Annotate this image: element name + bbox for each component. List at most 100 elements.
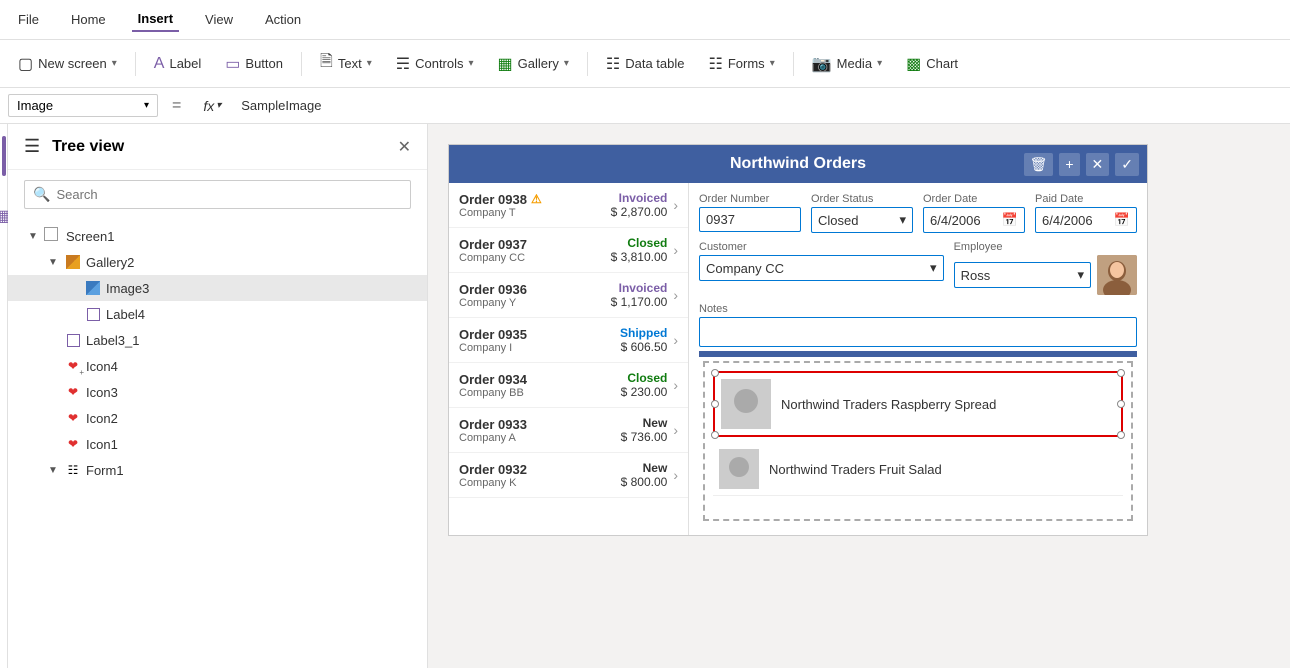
tree-item-gallery2[interactable]: ▼ Gallery2 — [8, 249, 427, 275]
amount-0938: $ 2,870.00 — [611, 205, 668, 219]
notes-group: Notes — [699, 303, 1137, 347]
gallery-icon: ▦ — [498, 54, 513, 74]
order-status-select[interactable]: Closed ▾ — [811, 207, 913, 233]
tree-item-icon4[interactable]: ❤+ Icon4 — [8, 353, 427, 379]
left-accent-bar: ▦ — [0, 124, 8, 668]
tree-item-form1[interactable]: ▼ ☷ Form1 — [8, 457, 427, 483]
new-screen-button[interactable]: ▢ New screen ▾ — [8, 49, 127, 79]
tree-view: ▼ Screen1 ▼ Gallery2 Image3 — [8, 219, 427, 668]
tree-item-icon1[interactable]: ❤ Icon1 — [8, 431, 427, 457]
fruit-salad-image-svg — [719, 449, 759, 489]
media-button[interactable]: 📷 Media ▾ — [802, 49, 892, 79]
tree-item-label3-1[interactable]: Label3_1 — [8, 327, 427, 353]
menu-insert[interactable]: Insert — [132, 7, 179, 32]
toolbar-separator-2 — [301, 52, 302, 76]
order-number-input[interactable]: 0937 — [699, 207, 801, 232]
label3-1-icon — [64, 331, 82, 349]
gallery-item-raspberry[interactable]: Northwind Traders Raspberry Spread — [713, 371, 1123, 437]
employee-label: Employee — [954, 241, 1137, 253]
button-button[interactable]: ▭ Button — [215, 49, 293, 79]
canvas[interactable]: Northwind Orders 🗑 + ✕ ✓ Order 0938 — [428, 124, 1290, 668]
employee-select[interactable]: Ross ▾ — [954, 262, 1091, 288]
formula-dropdown[interactable]: Image ▾ — [8, 94, 158, 117]
header-check-btn[interactable]: ✓ — [1115, 153, 1139, 176]
tree-label-label4: Label4 — [106, 307, 145, 322]
header-close-btn[interactable]: ✕ — [1086, 153, 1110, 176]
formula-fx-label: fx — [203, 98, 214, 114]
accent-indicator — [2, 136, 6, 176]
gallery2-icon — [64, 253, 82, 271]
order-item-0933[interactable]: Order 0933 Company A New $ 736.00 › — [449, 408, 688, 453]
search-input[interactable] — [56, 187, 402, 202]
toolbar: ▢ New screen ▾ A Label ▭ Button 🗎 Text ▾… — [0, 40, 1290, 88]
new-screen-icon: ▢ — [18, 54, 33, 74]
data-table-icon: ☷ — [606, 54, 620, 74]
customer-group: Customer Company CC ▾ — [699, 241, 944, 295]
tree-expand-form1: ▼ — [48, 465, 60, 476]
menu-action[interactable]: Action — [259, 8, 307, 31]
menu-home[interactable]: Home — [65, 8, 112, 31]
raspberry-image-svg — [721, 379, 771, 429]
gallery-item-fruit-salad[interactable]: Northwind Traders Fruit Salad — [713, 443, 1123, 496]
order-status-group: Order Status Closed ▾ — [811, 193, 913, 233]
controls-button[interactable]: ☴ Controls ▾ — [386, 49, 484, 79]
data-table-button[interactable]: ☷ Data table — [596, 49, 695, 79]
menu-file[interactable]: File — [12, 8, 45, 31]
chart-button[interactable]: ▩ Chart — [896, 49, 968, 79]
order-number-group: Order Number 0937 — [699, 193, 801, 233]
tree-label-icon2: Icon2 — [86, 411, 118, 426]
menu-view[interactable]: View — [199, 8, 239, 31]
text-button[interactable]: 🗎 Text ▾ — [310, 45, 382, 82]
tree-expand-screen1: ▼ — [28, 231, 40, 242]
formula-fx-button[interactable]: fx ▾ — [195, 98, 229, 114]
handle-bl — [711, 431, 719, 439]
forms-chevron: ▾ — [770, 58, 775, 69]
order-date-input[interactable]: 6/4/2006 📅 — [923, 207, 1025, 233]
header-delete-btn[interactable]: 🗑 — [1024, 153, 1054, 176]
tree-item-image3[interactable]: Image3 — [8, 275, 427, 301]
tree-label-screen1: Screen1 — [66, 229, 114, 244]
gallery-img-raspberry — [721, 379, 771, 429]
notes-input[interactable] — [699, 317, 1137, 347]
toolbar-separator-4 — [793, 52, 794, 76]
tree-expand-icon1 — [48, 439, 60, 450]
handle-tl — [711, 369, 719, 377]
screen-icon — [44, 227, 62, 245]
order-item-0937[interactable]: Order 0937 Company CC Closed $ 3,810.00 … — [449, 228, 688, 273]
tree-item-icon3[interactable]: ❤ Icon3 — [8, 379, 427, 405]
order-info-0938: Order 0938 ⚠ Company T — [459, 192, 611, 219]
sidebar-menu-icon[interactable]: ☰ — [24, 136, 40, 157]
gallery-name-raspberry: Northwind Traders Raspberry Spread — [781, 397, 996, 412]
search-icon: 🔍 — [33, 186, 50, 203]
header-add-btn[interactable]: + — [1059, 153, 1079, 176]
icon2-icon: ❤ — [64, 409, 82, 427]
order-item-0932[interactable]: Order 0932 Company K New $ 800.00 › — [449, 453, 688, 498]
order-item-0935[interactable]: Order 0935 Company I Shipped $ 606.50 › — [449, 318, 688, 363]
icon3-icon: ❤ — [64, 383, 82, 401]
label-button[interactable]: A Label — [144, 50, 211, 78]
media-chevron: ▾ — [877, 58, 882, 69]
sidebar-close-button[interactable]: ✕ — [398, 137, 411, 157]
customer-select[interactable]: Company CC ▾ — [699, 255, 944, 281]
forms-button[interactable]: ☷ Forms ▾ — [699, 49, 785, 79]
tree-item-icon2[interactable]: ❤ Icon2 — [8, 405, 427, 431]
tree-item-screen1[interactable]: ▼ Screen1 — [8, 223, 427, 249]
paid-date-group: Paid Date 6/4/2006 📅 — [1035, 193, 1137, 233]
order-item-0938[interactable]: Order 0938 ⚠ Company T Invoiced $ 2,870.… — [449, 183, 688, 228]
northwind-title: Northwind Orders — [730, 155, 866, 173]
order-item-0936[interactable]: Order 0936 Company Y Invoiced $ 1,170.00… — [449, 273, 688, 318]
tree-expand-label3-1 — [48, 335, 60, 346]
order-item-0934[interactable]: Order 0934 Company BB Closed $ 230.00 › — [449, 363, 688, 408]
gallery-button[interactable]: ▦ Gallery ▾ — [488, 49, 579, 79]
order-list: Order 0938 ⚠ Company T Invoiced $ 2,870.… — [449, 183, 689, 535]
northwind-container: Northwind Orders 🗑 + ✕ ✓ Order 0938 — [448, 144, 1148, 536]
paid-date-label: Paid Date — [1035, 193, 1137, 205]
warning-icon-0938: ⚠ — [531, 192, 542, 206]
tree-expand-label4 — [68, 309, 80, 320]
tree-item-label4[interactable]: Label4 — [8, 301, 427, 327]
image3-icon — [84, 279, 102, 297]
paid-date-input[interactable]: 6/4/2006 📅 — [1035, 207, 1137, 233]
search-box: 🔍 — [24, 180, 411, 209]
formula-fx-chevron: ▾ — [216, 100, 221, 111]
order-detail: Order Number 0937 Order Status Closed ▾ … — [689, 183, 1147, 535]
